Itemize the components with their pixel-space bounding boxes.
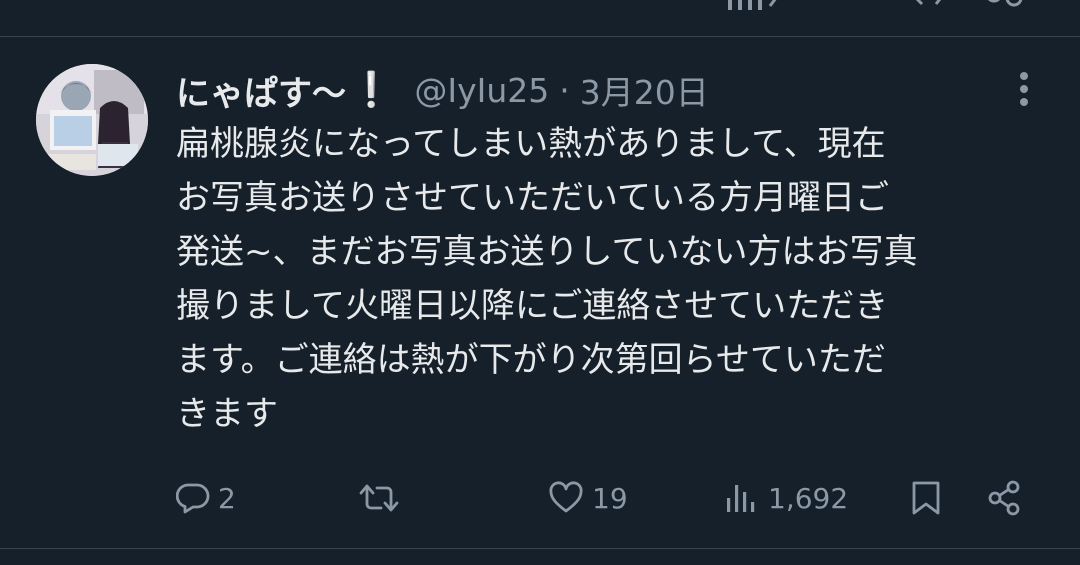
like-button[interactable]: 19 <box>548 470 628 526</box>
views-icon <box>728 0 777 10</box>
tweet-text-line: 発送~、まだお写真お送りしていない方はお写真 <box>176 232 918 272</box>
like-count: 19 <box>592 481 628 515</box>
share-icon <box>987 0 1023 7</box>
bookmark-icon <box>915 0 942 6</box>
avatar[interactable] <box>36 64 148 176</box>
name-emoji: ❕ <box>350 70 393 110</box>
previous-tweet-actions <box>0 0 1080 34</box>
views-icon <box>727 485 755 512</box>
views-count: 1,692 <box>768 481 849 515</box>
tweet-text-line: ます。ご連絡は熱が下がり次第回らせていただ <box>176 340 886 380</box>
tweet-actions: 2 19 1,692 <box>0 470 1080 526</box>
display-name[interactable]: にゃぱす〜 <box>176 66 346 115</box>
share-icon <box>988 480 1020 516</box>
tweet-header: にゃぱす〜 ❕ @IyIu25 · 3月20日 <box>176 62 709 118</box>
reply-icon <box>176 483 210 514</box>
tweet-text-line: きます <box>176 394 278 434</box>
retweet-button[interactable] <box>357 470 409 526</box>
heart-icon <box>549 481 583 513</box>
more-icon[interactable] <box>1010 68 1038 110</box>
tweet-text: 扁桃腺炎になってしまい熱がありまして、現在 お写真お送りさせていただいている方月… <box>176 117 1056 441</box>
bookmark-button[interactable] <box>910 470 942 526</box>
share-button[interactable] <box>986 470 1022 526</box>
tweet-text-line: お写真お送りさせていただいている方月曜日ご <box>176 178 889 218</box>
tweet-text-line: 扁桃腺炎になってしまい熱がありまして、現在 <box>176 124 886 164</box>
views-button[interactable]: 1,692 <box>724 470 848 526</box>
retweet-icon <box>176 0 216 16</box>
tweet-date[interactable]: 3月20日 <box>580 66 709 114</box>
tweet-text-line: 撮りまして火曜日以降にご連絡させていただき <box>176 286 889 326</box>
retweet-icon <box>359 484 399 512</box>
bookmark-icon <box>912 481 940 515</box>
reply-button[interactable]: 2 <box>176 470 236 526</box>
reply-count: 2 <box>218 481 236 515</box>
bottom-divider <box>0 548 1080 549</box>
header-separator: · <box>559 70 570 110</box>
user-handle[interactable]: @IyIu25 <box>414 71 549 110</box>
top-divider <box>0 36 1080 37</box>
